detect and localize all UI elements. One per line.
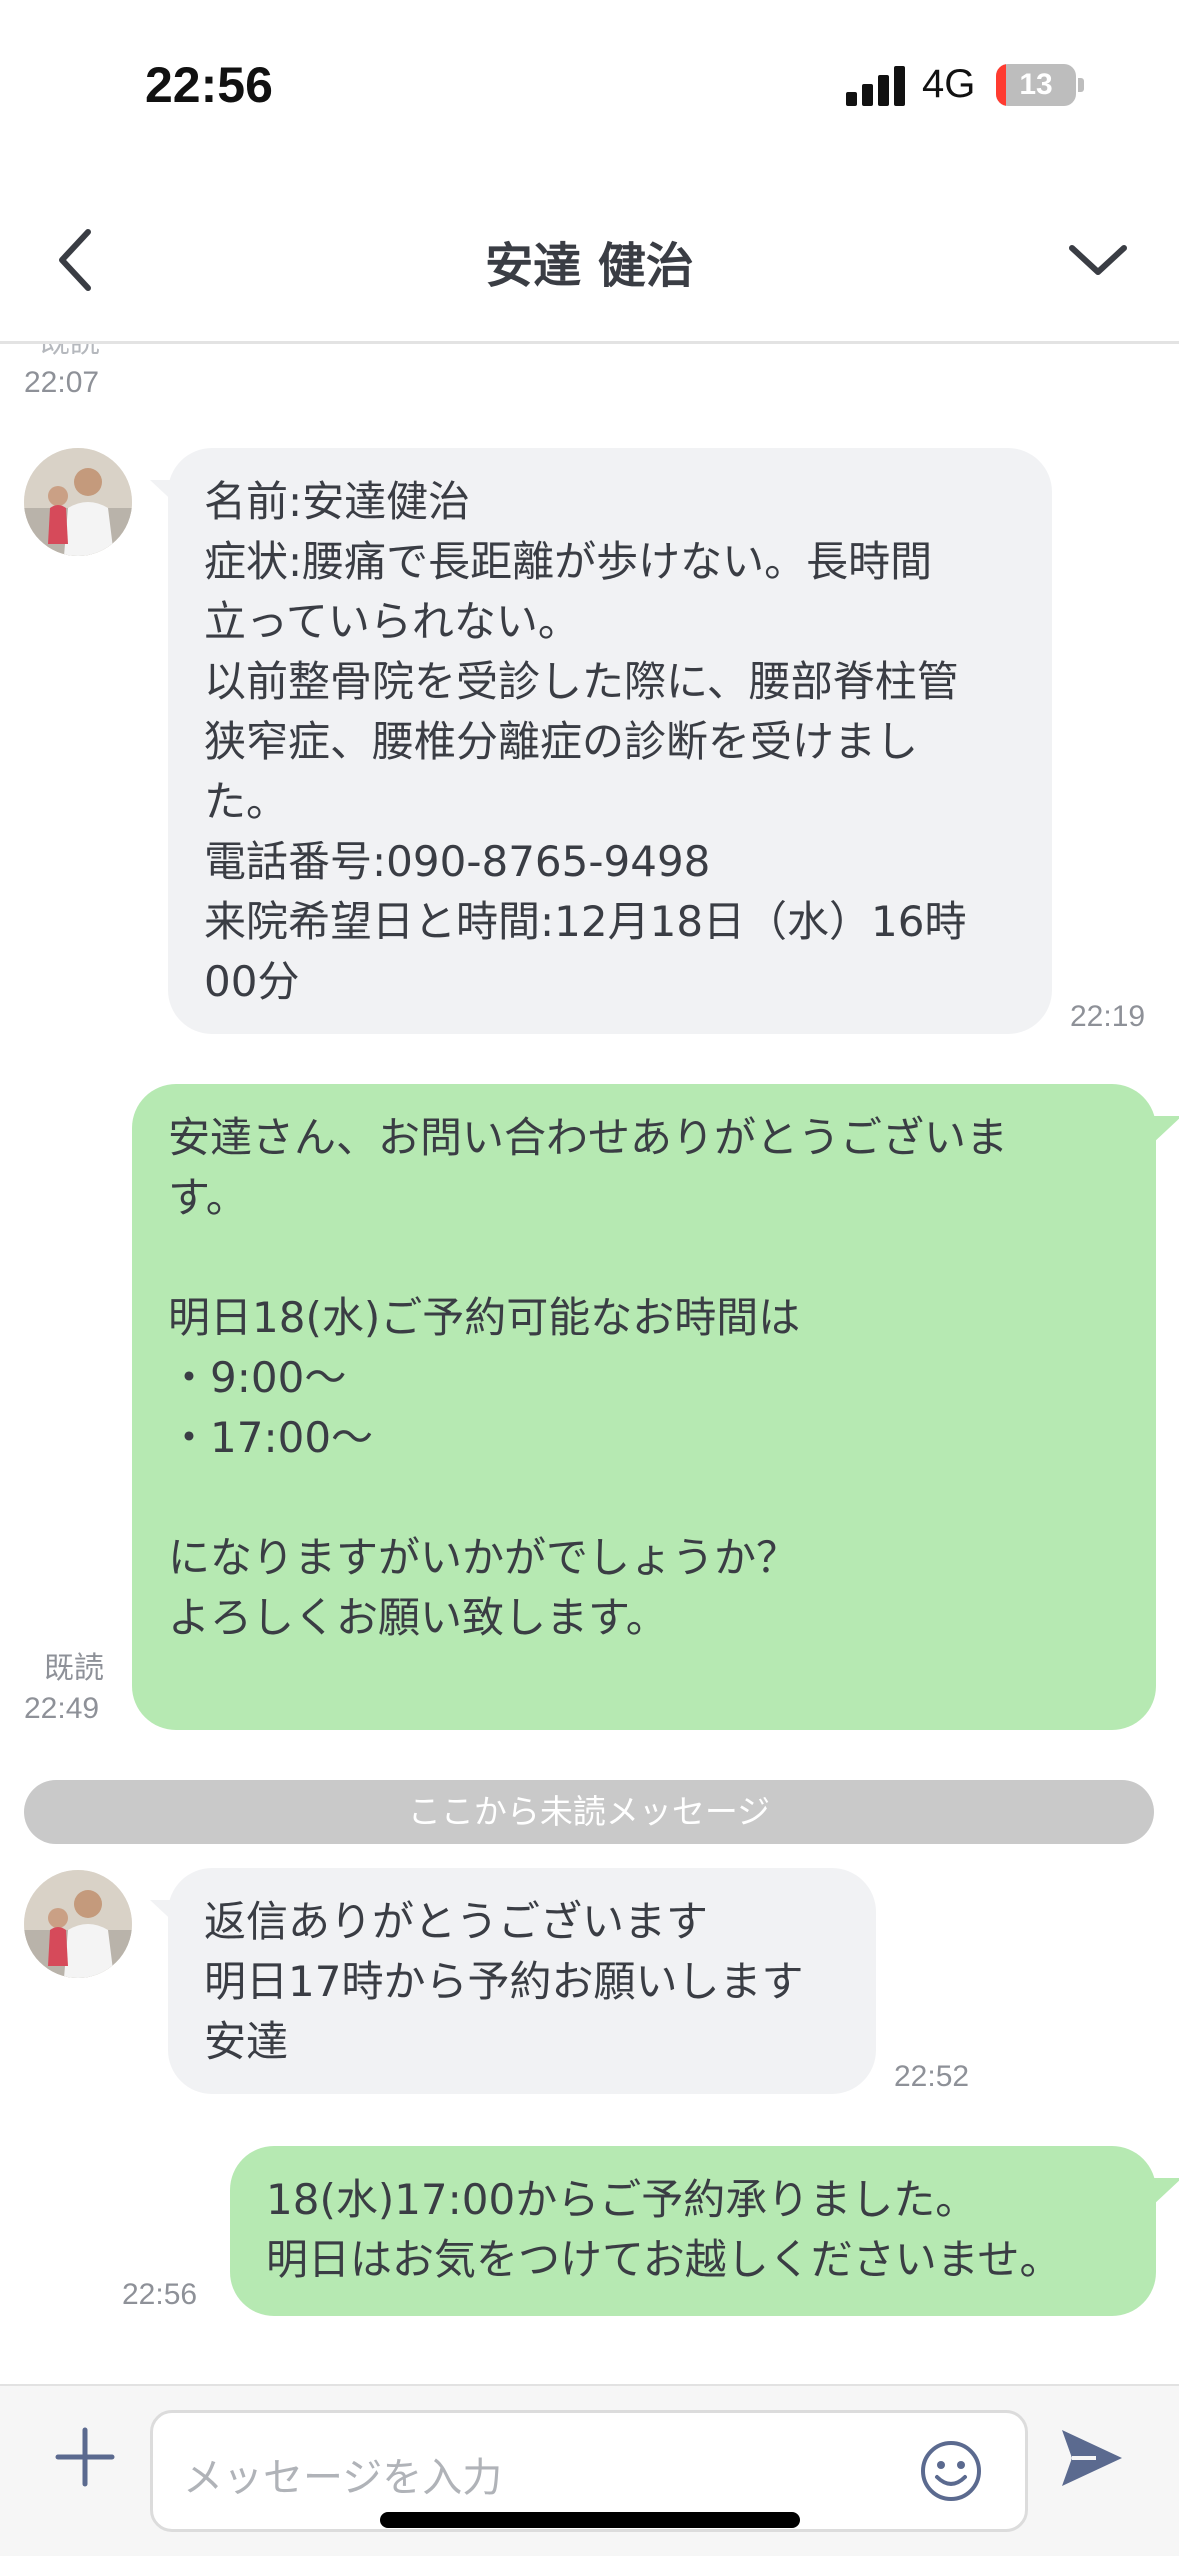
chat-title: 安達 健治	[485, 238, 694, 294]
avatar[interactable]	[24, 1870, 132, 1978]
message-bubble-incoming[interactable]: 返信ありがとうございます 明日17時から予約お願いします 安達	[168, 1868, 876, 2094]
send-icon	[1062, 2430, 1122, 2486]
avatar-image	[24, 1870, 132, 1978]
add-attachment-button[interactable]	[52, 2424, 118, 2490]
message-input-bar: メッセージを入力	[0, 2384, 1179, 2556]
message-time: 22:07	[24, 366, 100, 399]
message-input-placeholder: メッセージを入力	[183, 2455, 503, 2501]
message-time: 22:49	[24, 1692, 100, 1725]
chat-header: 安達 健治	[0, 160, 1179, 344]
read-label: 既読	[44, 1652, 104, 1685]
message-bubble-outgoing[interactable]: 18(水)17:00からご予約承りました。 明日はお気をつけてお越しくださいませ…	[230, 2146, 1156, 2316]
status-time: 22:56	[145, 57, 273, 113]
chevron-down-icon	[1069, 245, 1127, 275]
plus-icon	[55, 2427, 115, 2487]
network-type: 4G	[922, 62, 976, 106]
unread-divider: ここから未読メッセージ	[24, 1780, 1154, 1844]
bubble-tail	[1152, 2178, 1179, 2206]
send-button[interactable]	[1056, 2422, 1128, 2494]
battery-icon: 13	[996, 64, 1076, 106]
signal-icon	[846, 66, 906, 106]
smiley-icon	[921, 2441, 981, 2501]
message-bubble-incoming[interactable]: 名前:安達健治 症状:腰痛で長距離が歩けない。長時間 立っていられない。 以前整…	[168, 448, 1052, 1034]
status-bar: 22:56 4G 13	[0, 0, 1179, 160]
menu-toggle-button[interactable]	[1058, 220, 1138, 300]
message-bubble-outgoing[interactable]: 安達さん、お問い合わせありがとうございま す。 明日18(水)ご予約可能なお時間…	[132, 1084, 1156, 1730]
bubble-tail	[1152, 1116, 1179, 1144]
avatar-image	[24, 448, 132, 556]
avatar[interactable]	[24, 448, 132, 556]
home-indicator	[380, 2512, 800, 2528]
battery-level: 13	[1019, 68, 1053, 101]
chat-area[interactable]: 既読 22:07 名前:安達健治 症状:腰痛で長距離が歩けない。長時間 立ってい…	[0, 344, 1179, 2384]
message-time: 22:19	[1070, 1000, 1146, 1033]
read-label: 既読	[40, 344, 100, 362]
emoji-button[interactable]	[917, 2437, 985, 2505]
message-time: 22:52	[894, 2060, 970, 2093]
battery-cap	[1078, 78, 1084, 92]
message-time: 22:56	[122, 2278, 198, 2311]
